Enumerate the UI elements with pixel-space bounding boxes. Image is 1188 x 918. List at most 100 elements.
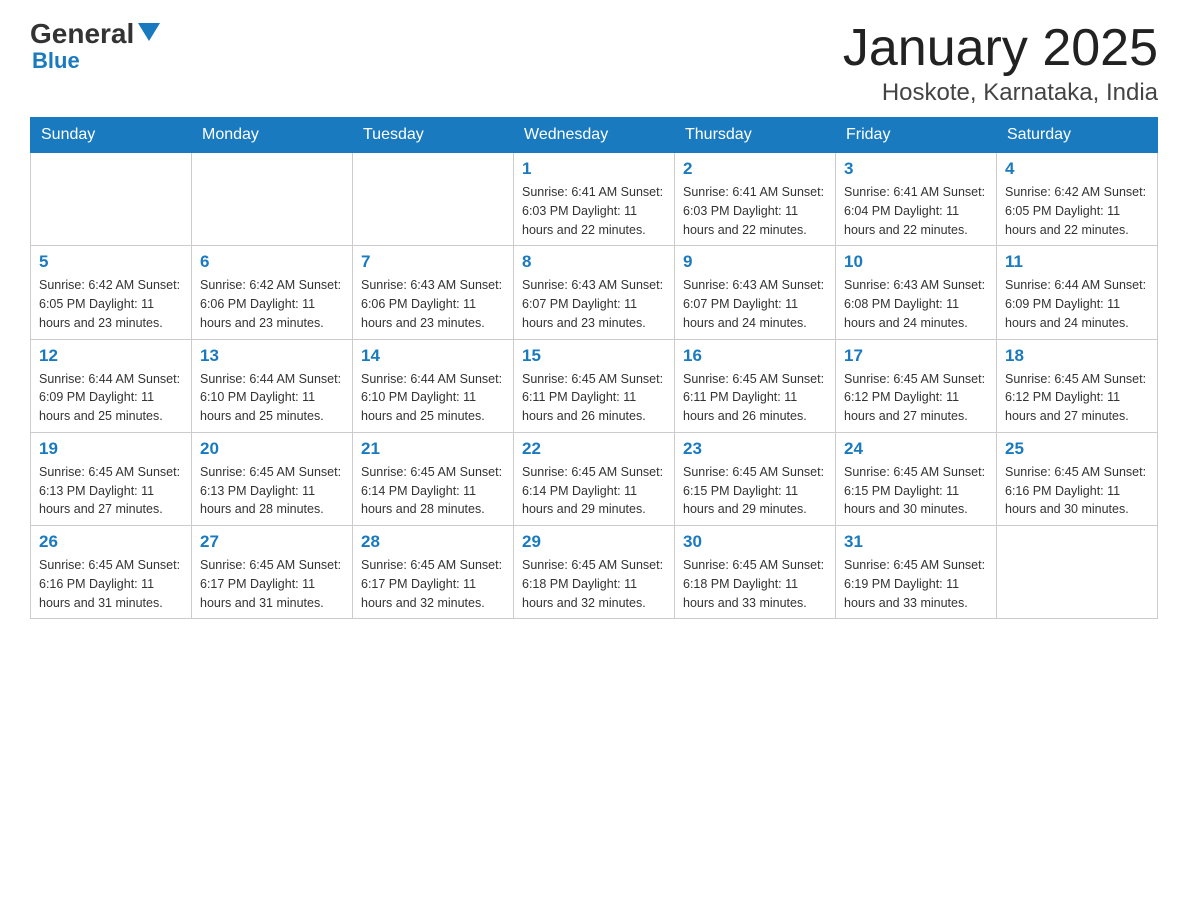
page-header: General Blue January 2025 Hoskote, Karna…: [30, 20, 1158, 107]
calendar-week-row: 1 Sunrise: 6:41 AM Sunset: 6:03 PM Daylig…: [31, 153, 1158, 246]
calendar-cell: 19 Sunrise: 6:45 AM Sunset: 6:13 PM Dayli…: [31, 432, 192, 525]
calendar-cell: 18Sunrise: 6:45 AM Sunset: 6:12 PM Dayli…: [997, 339, 1158, 432]
calendar-cell: 25 Sunrise: 6:45 AM Sunset: 6:16 PM Dayli…: [997, 432, 1158, 525]
day-info: Sunrise: 6:44 AM Sunset: 6:10 PM Dayligh…: [200, 370, 344, 426]
calendar-cell: 31 Sunrise: 6:45 AM Sunset: 6:19 PM Dayli…: [836, 526, 997, 619]
calendar-cell: 16Sunrise: 6:45 AM Sunset: 6:11 PM Dayli…: [675, 339, 836, 432]
day-number: 24: [844, 439, 988, 459]
calendar-cell: 7 Sunrise: 6:43 AM Sunset: 6:06 PM Daylig…: [353, 246, 514, 339]
logo-blue-text: Blue: [32, 48, 80, 74]
calendar-cell: [192, 153, 353, 246]
day-info: Sunrise: 6:43 AM Sunset: 6:06 PM Dayligh…: [361, 276, 505, 332]
day-number: 13: [200, 346, 344, 366]
day-number: 6: [200, 252, 344, 272]
day-number: 15: [522, 346, 666, 366]
col-header-tuesday: Tuesday: [353, 118, 514, 153]
calendar-cell: 8 Sunrise: 6:43 AM Sunset: 6:07 PM Daylig…: [514, 246, 675, 339]
day-number: 29: [522, 532, 666, 552]
day-info: Sunrise: 6:45 AM Sunset: 6:13 PM Dayligh…: [200, 463, 344, 519]
day-info: Sunrise: 6:42 AM Sunset: 6:05 PM Dayligh…: [1005, 183, 1149, 239]
day-number: 22: [522, 439, 666, 459]
logo: General Blue: [30, 20, 160, 74]
day-info: Sunrise: 6:44 AM Sunset: 6:10 PM Dayligh…: [361, 370, 505, 426]
day-info: Sunrise: 6:41 AM Sunset: 6:03 PM Dayligh…: [522, 183, 666, 239]
calendar-cell: 5 Sunrise: 6:42 AM Sunset: 6:05 PM Daylig…: [31, 246, 192, 339]
day-number: 25: [1005, 439, 1149, 459]
day-number: 23: [683, 439, 827, 459]
day-number: 27: [200, 532, 344, 552]
day-info: Sunrise: 6:45 AM Sunset: 6:17 PM Dayligh…: [361, 556, 505, 612]
calendar-cell: 17 Sunrise: 6:45 AM Sunset: 6:12 PM Dayli…: [836, 339, 997, 432]
day-info: Sunrise: 6:45 AM Sunset: 6:13 PM Dayligh…: [39, 463, 183, 519]
day-number: 16: [683, 346, 827, 366]
calendar-cell: 2 Sunrise: 6:41 AM Sunset: 6:03 PM Daylig…: [675, 153, 836, 246]
calendar-cell: 1 Sunrise: 6:41 AM Sunset: 6:03 PM Daylig…: [514, 153, 675, 246]
day-info: Sunrise: 6:45 AM Sunset: 6:14 PM Dayligh…: [361, 463, 505, 519]
day-number: 26: [39, 532, 183, 552]
day-number: 8: [522, 252, 666, 272]
calendar-cell: 30 Sunrise: 6:45 AM Sunset: 6:18 PM Dayli…: [675, 526, 836, 619]
day-number: 11: [1005, 252, 1149, 272]
calendar-cell: 20 Sunrise: 6:45 AM Sunset: 6:13 PM Dayli…: [192, 432, 353, 525]
calendar-cell: 29 Sunrise: 6:45 AM Sunset: 6:18 PM Dayli…: [514, 526, 675, 619]
calendar-cell: 22 Sunrise: 6:45 AM Sunset: 6:14 PM Dayli…: [514, 432, 675, 525]
day-number: 21: [361, 439, 505, 459]
calendar-week-row: 26Sunrise: 6:45 AM Sunset: 6:16 PM Dayli…: [31, 526, 1158, 619]
day-number: 31: [844, 532, 988, 552]
calendar-cell: 26Sunrise: 6:45 AM Sunset: 6:16 PM Dayli…: [31, 526, 192, 619]
calendar-cell: 21 Sunrise: 6:45 AM Sunset: 6:14 PM Dayli…: [353, 432, 514, 525]
day-number: 20: [200, 439, 344, 459]
day-info: Sunrise: 6:45 AM Sunset: 6:15 PM Dayligh…: [844, 463, 988, 519]
col-header-sunday: Sunday: [31, 118, 192, 153]
calendar-cell: 28Sunrise: 6:45 AM Sunset: 6:17 PM Dayli…: [353, 526, 514, 619]
day-info: Sunrise: 6:43 AM Sunset: 6:07 PM Dayligh…: [683, 276, 827, 332]
day-number: 1: [522, 159, 666, 179]
calendar-table: SundayMondayTuesdayWednesdayThursdayFrid…: [30, 117, 1158, 619]
day-info: Sunrise: 6:41 AM Sunset: 6:04 PM Dayligh…: [844, 183, 988, 239]
day-number: 5: [39, 252, 183, 272]
day-info: Sunrise: 6:43 AM Sunset: 6:08 PM Dayligh…: [844, 276, 988, 332]
day-info: Sunrise: 6:45 AM Sunset: 6:15 PM Dayligh…: [683, 463, 827, 519]
day-number: 19: [39, 439, 183, 459]
day-info: Sunrise: 6:45 AM Sunset: 6:11 PM Dayligh…: [522, 370, 666, 426]
title-block: January 2025 Hoskote, Karnataka, India: [843, 20, 1158, 107]
calendar-cell: 9 Sunrise: 6:43 AM Sunset: 6:07 PM Daylig…: [675, 246, 836, 339]
day-info: Sunrise: 6:42 AM Sunset: 6:05 PM Dayligh…: [39, 276, 183, 332]
day-info: Sunrise: 6:43 AM Sunset: 6:07 PM Dayligh…: [522, 276, 666, 332]
calendar-cell: 3Sunrise: 6:41 AM Sunset: 6:04 PM Daylig…: [836, 153, 997, 246]
calendar-cell: 13 Sunrise: 6:44 AM Sunset: 6:10 PM Dayli…: [192, 339, 353, 432]
day-info: Sunrise: 6:45 AM Sunset: 6:14 PM Dayligh…: [522, 463, 666, 519]
calendar-header-row: SundayMondayTuesdayWednesdayThursdayFrid…: [31, 118, 1158, 153]
col-header-thursday: Thursday: [675, 118, 836, 153]
col-header-monday: Monday: [192, 118, 353, 153]
day-number: 30: [683, 532, 827, 552]
day-number: 7: [361, 252, 505, 272]
calendar-cell: [31, 153, 192, 246]
day-info: Sunrise: 6:45 AM Sunset: 6:18 PM Dayligh…: [522, 556, 666, 612]
col-header-saturday: Saturday: [997, 118, 1158, 153]
day-number: 14: [361, 346, 505, 366]
location-title: Hoskote, Karnataka, India: [843, 79, 1158, 107]
day-info: Sunrise: 6:45 AM Sunset: 6:17 PM Dayligh…: [200, 556, 344, 612]
calendar-cell: 6Sunrise: 6:42 AM Sunset: 6:06 PM Daylig…: [192, 246, 353, 339]
day-number: 17: [844, 346, 988, 366]
calendar-cell: 27 Sunrise: 6:45 AM Sunset: 6:17 PM Dayli…: [192, 526, 353, 619]
day-info: Sunrise: 6:44 AM Sunset: 6:09 PM Dayligh…: [39, 370, 183, 426]
day-number: 9: [683, 252, 827, 272]
day-number: 2: [683, 159, 827, 179]
calendar-cell: 4 Sunrise: 6:42 AM Sunset: 6:05 PM Daylig…: [997, 153, 1158, 246]
col-header-wednesday: Wednesday: [514, 118, 675, 153]
day-info: Sunrise: 6:45 AM Sunset: 6:18 PM Dayligh…: [683, 556, 827, 612]
day-info: Sunrise: 6:44 AM Sunset: 6:09 PM Dayligh…: [1005, 276, 1149, 332]
day-info: Sunrise: 6:45 AM Sunset: 6:19 PM Dayligh…: [844, 556, 988, 612]
day-info: Sunrise: 6:45 AM Sunset: 6:12 PM Dayligh…: [844, 370, 988, 426]
day-info: Sunrise: 6:41 AM Sunset: 6:03 PM Dayligh…: [683, 183, 827, 239]
calendar-week-row: 5 Sunrise: 6:42 AM Sunset: 6:05 PM Daylig…: [31, 246, 1158, 339]
calendar-cell: [997, 526, 1158, 619]
logo-general-text: General: [30, 20, 134, 48]
calendar-cell: 15 Sunrise: 6:45 AM Sunset: 6:11 PM Dayli…: [514, 339, 675, 432]
day-number: 10: [844, 252, 988, 272]
day-info: Sunrise: 6:45 AM Sunset: 6:16 PM Dayligh…: [1005, 463, 1149, 519]
calendar-cell: 24 Sunrise: 6:45 AM Sunset: 6:15 PM Dayli…: [836, 432, 997, 525]
day-number: 4: [1005, 159, 1149, 179]
